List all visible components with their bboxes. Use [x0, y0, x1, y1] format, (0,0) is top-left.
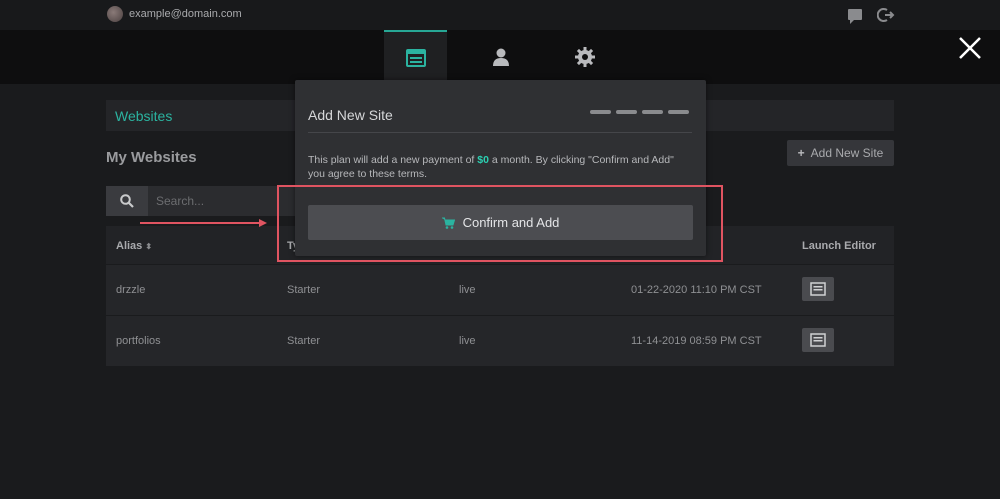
row-status: live: [459, 284, 476, 296]
price: $0: [477, 154, 489, 166]
step-dot: [616, 110, 637, 114]
add-site-label: Add New Site: [810, 146, 884, 160]
editor-icon: [810, 333, 826, 347]
arrow-icon: [140, 219, 267, 227]
logout-icon[interactable]: [877, 6, 895, 24]
search-button[interactable]: [106, 186, 148, 216]
table-row: [106, 316, 894, 366]
highlight-box: [277, 185, 723, 262]
step-indicator: [590, 110, 689, 114]
table-row: [106, 265, 894, 315]
row-date: 01-22-2020 11:10 PM CST: [631, 284, 762, 296]
row-status: live: [459, 335, 476, 347]
chat-icon[interactable]: [848, 9, 862, 24]
search-icon: [120, 194, 134, 208]
close-icon[interactable]: [958, 36, 982, 60]
page-title: My Websites: [106, 149, 197, 166]
tab-account[interactable]: [469, 30, 532, 84]
terms-text: This plan will add a new payment of $0 a…: [308, 154, 674, 180]
editor-icon: [810, 282, 826, 296]
plus-icon: +: [797, 146, 805, 160]
top-bar: example@domain.com: [0, 0, 1000, 30]
tab-settings[interactable]: [553, 30, 616, 84]
row-date: 11-14-2019 08:59 PM CST: [631, 335, 762, 347]
user-email: example@domain.com: [129, 8, 242, 20]
user-icon: [492, 48, 509, 66]
tab-websites[interactable]: [384, 30, 447, 84]
modal-title: Add New Site: [308, 107, 393, 123]
row-type: Starter: [287, 335, 321, 347]
column-header-launch-editor: Launch Editor: [802, 240, 876, 252]
avatar[interactable]: [107, 6, 123, 22]
step-dot: [642, 110, 663, 114]
step-dot: [590, 110, 611, 114]
launch-editor-button[interactable]: [802, 328, 834, 352]
websites-icon: [405, 49, 426, 67]
gear-icon: [574, 47, 595, 67]
divider: [308, 132, 692, 133]
sort-icon[interactable]: ⬍: [145, 242, 152, 251]
row-alias: drzzle: [116, 284, 146, 296]
launch-editor-button[interactable]: [802, 277, 834, 301]
row-type: Starter: [287, 284, 321, 296]
column-header-alias[interactable]: Alias ⬍: [116, 240, 152, 252]
section-label[interactable]: Websites: [115, 108, 172, 124]
step-dot: [668, 110, 689, 114]
add-site-button[interactable]: + Add New Site: [787, 140, 894, 166]
row-alias: portfolios: [116, 335, 161, 347]
